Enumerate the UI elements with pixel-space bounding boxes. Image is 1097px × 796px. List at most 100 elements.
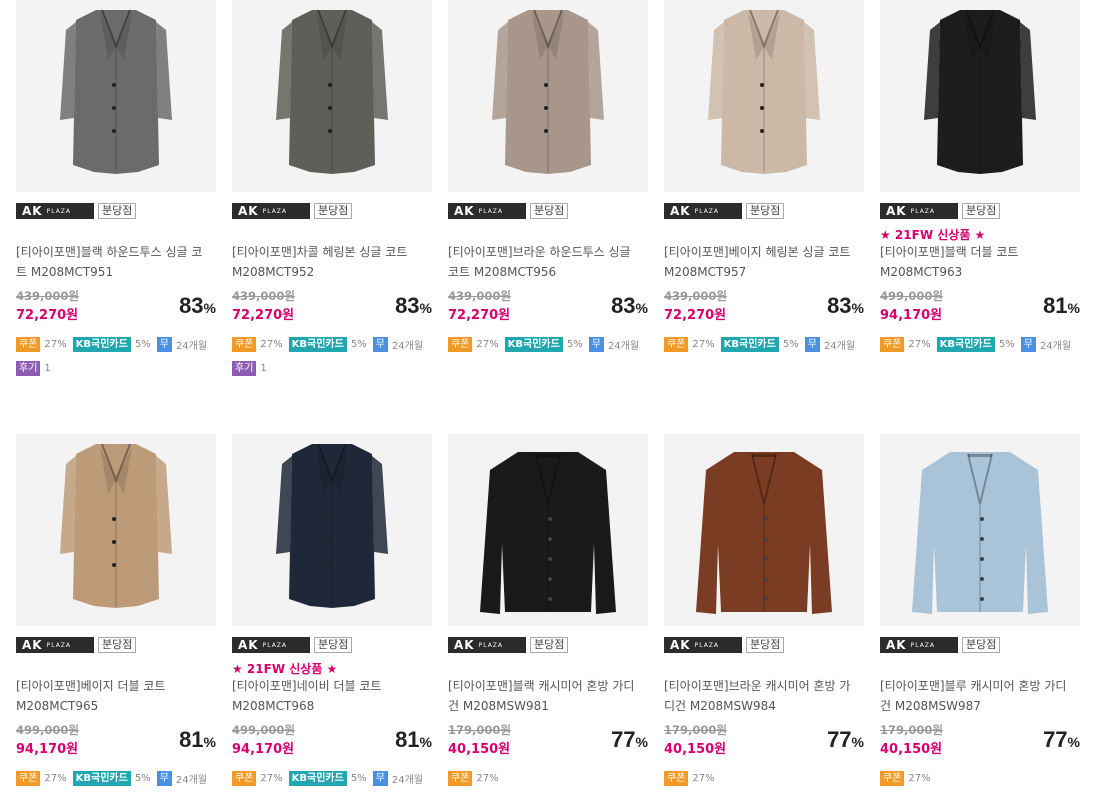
original-price: 179,000원 xyxy=(664,723,727,737)
branch-badge: 분당점 xyxy=(962,203,1001,219)
ak-plaza-logo: AK PLAZA xyxy=(448,203,526,219)
product-name[interactable]: [티아이포맨]네이비 더블 코트 M208MCT968 xyxy=(232,676,428,716)
branch-badge: 분당점 xyxy=(746,637,785,653)
coupon-value: 27% xyxy=(692,773,715,784)
product-name[interactable]: [티아이포맨]브라운 하운드투스 싱글 코트 M208MCT956 xyxy=(448,242,644,282)
product-card[interactable]: AK PLAZA 분당점 ★ 21FW 신상품 ★ [티아이포맨]네이비 더블 코트 M… xyxy=(232,434,432,786)
branch-badge: 분당점 xyxy=(314,637,353,653)
product-card[interactable]: AK PLAZA 분당점 [티아이포맨]베이지 더블 코트 M208MCT965 499… xyxy=(16,434,216,786)
product-card[interactable]: AK PLAZA 분당점 [티아이포맨]블랙 캐시미어 혼방 가디건 M208MSW9… xyxy=(448,434,648,786)
product-card[interactable]: AK PLAZA 분당점 [티아이포맨]브라운 캐시미어 혼방 가디건 M208MSW… xyxy=(664,434,864,786)
product-card[interactable]: AK PLAZA 분당점 [티아이포맨]베이지 헤링본 싱글 코트 M208MCT95… xyxy=(664,0,864,352)
discount-rate: 81% xyxy=(1043,293,1080,318)
brand-row: AK PLAZA 분당점 xyxy=(448,203,569,219)
review-row: 후기 1 xyxy=(16,361,51,376)
original-price: 499,000원 xyxy=(880,289,943,303)
coupon-badge: 쿠폰 xyxy=(880,337,905,352)
installment-value: 24개월 xyxy=(175,341,208,352)
product-card[interactable]: AK PLAZA 분당점 ★ 21FW 신상품 ★ [티아이포맨]블랙 더블 코트 M2… xyxy=(880,0,1080,352)
coupon-badge: 쿠폰 xyxy=(664,771,689,786)
kb-card-value: 5% xyxy=(134,339,151,350)
product-name[interactable]: [티아이포맨]블랙 캐시미어 혼방 가디건 M208MSW981 xyxy=(448,676,644,716)
original-price: 499,000원 xyxy=(16,723,79,737)
coupon-badge: 쿠폰 xyxy=(880,771,905,786)
product-name[interactable]: [티아이포맨]브라운 캐시미어 혼방 가디건 M208MSW984 xyxy=(664,676,860,716)
installment-badge: 무 xyxy=(156,337,172,352)
brand-row: AK PLAZA 분당점 xyxy=(232,203,353,219)
product-card[interactable]: AK PLAZA 분당점 [티아이포맨]브라운 하운드투스 싱글 코트 M208MCT… xyxy=(448,0,648,352)
sale-price: 40,150원 xyxy=(448,742,511,757)
ak-plaza-logo: AK PLAZA xyxy=(448,637,526,653)
review-row: 후기 1 xyxy=(232,361,267,376)
sale-price: 94,170원 xyxy=(16,742,79,757)
product-name[interactable]: [티아이포맨]베이지 헤링본 싱글 코트 M208MCT957 xyxy=(664,242,860,282)
kb-card-value: 5% xyxy=(782,339,799,350)
kb-card-value: 5% xyxy=(998,339,1015,350)
coupon-value: 27% xyxy=(908,773,931,784)
product-image[interactable] xyxy=(16,434,216,626)
review-count: 1 xyxy=(44,363,51,374)
brand-row: AK PLAZA 분당점 xyxy=(880,637,1001,653)
branch-badge: 분당점 xyxy=(98,637,137,653)
coupon-badge: 쿠폰 xyxy=(448,771,473,786)
benefit-tags: 쿠폰 27% KB국민카드 5% 무 24개월 xyxy=(880,337,1077,352)
branch-badge: 분당점 xyxy=(746,203,785,219)
installment-value: 24개월 xyxy=(391,775,424,786)
sale-price: 72,270원 xyxy=(448,308,511,323)
ak-plaza-logo: AK PLAZA xyxy=(664,637,742,653)
product-card[interactable]: AK PLAZA 분당점 [티아이포맨]블루 캐시미어 혼방 가디건 M208MSW9… xyxy=(880,434,1080,786)
product-name[interactable]: [티아이포맨]블루 캐시미어 혼방 가디건 M208MSW987 xyxy=(880,676,1076,716)
benefit-tags: 쿠폰 27% xyxy=(448,771,505,786)
installment-badge: 무 xyxy=(156,771,172,786)
sale-price: 40,150원 xyxy=(880,742,943,757)
sale-price: 72,270원 xyxy=(232,308,295,323)
product-image[interactable] xyxy=(880,0,1080,192)
brand-row: AK PLAZA 분당점 xyxy=(16,637,137,653)
original-price: 179,000원 xyxy=(880,723,943,737)
product-name[interactable]: [티아이포맨]블랙 더블 코트 M208MCT963 xyxy=(880,242,1076,282)
review-badge: 후기 xyxy=(232,361,257,376)
coupon-value: 27% xyxy=(908,339,931,350)
kb-card-badge: KB국민카드 xyxy=(936,337,995,352)
product-image[interactable] xyxy=(16,0,216,192)
product-image[interactable] xyxy=(232,434,432,626)
product-card[interactable]: AK PLAZA 분당점 [티아이포맨]블랙 하운드투스 싱글 코트 M208MCT9… xyxy=(16,0,216,376)
installment-value: 24개월 xyxy=(1039,341,1072,352)
kb-card-badge: KB국민카드 xyxy=(504,337,563,352)
coupon-value: 27% xyxy=(692,339,715,350)
kb-card-badge: KB국민카드 xyxy=(288,771,347,786)
product-name[interactable]: [티아이포맨]블랙 하운드투스 싱글 코트 M208MCT951 xyxy=(16,242,212,282)
coupon-badge: 쿠폰 xyxy=(232,771,257,786)
benefit-tags: 쿠폰 27% KB국민카드 5% 무 24개월 xyxy=(16,337,213,352)
brand-row: AK PLAZA 분당점 xyxy=(232,637,353,653)
discount-rate: 77% xyxy=(611,727,648,752)
product-image[interactable] xyxy=(232,0,432,192)
installment-value: 24개월 xyxy=(175,775,208,786)
product-image[interactable] xyxy=(448,434,648,626)
brand-row: AK PLAZA 분당점 xyxy=(664,203,785,219)
sale-price: 72,270원 xyxy=(16,308,79,323)
installment-badge: 무 xyxy=(372,337,388,352)
product-image[interactable] xyxy=(664,0,864,192)
original-price: 439,000원 xyxy=(448,289,511,303)
discount-rate: 77% xyxy=(1043,727,1080,752)
product-name[interactable]: [티아이포맨]차콜 헤링본 싱글 코트 M208MCT952 xyxy=(232,242,428,282)
ak-plaza-logo: AK PLAZA xyxy=(16,203,94,219)
coupon-value: 27% xyxy=(476,339,499,350)
branch-badge: 분당점 xyxy=(314,203,353,219)
brand-row: AK PLAZA 분당점 xyxy=(448,637,569,653)
product-image[interactable] xyxy=(664,434,864,626)
review-count: 1 xyxy=(260,363,267,374)
benefit-tags: 쿠폰 27% xyxy=(664,771,721,786)
product-name[interactable]: [티아이포맨]베이지 더블 코트 M208MCT965 xyxy=(16,676,212,716)
benefit-tags: 쿠폰 27% KB국민카드 5% 무 24개월 xyxy=(16,771,213,786)
benefit-tags: 쿠폰 27% KB국민카드 5% 무 24개월 xyxy=(232,337,429,352)
kb-card-badge: KB국민카드 xyxy=(288,337,347,352)
product-card[interactable]: AK PLAZA 분당점 [티아이포맨]차콜 헤링본 싱글 코트 M208MCT952… xyxy=(232,0,432,376)
product-image[interactable] xyxy=(880,434,1080,626)
discount-rate: 83% xyxy=(179,293,216,318)
ak-plaza-logo: AK PLAZA xyxy=(664,203,742,219)
product-image[interactable] xyxy=(448,0,648,192)
kb-card-value: 5% xyxy=(134,773,151,784)
kb-card-value: 5% xyxy=(566,339,583,350)
